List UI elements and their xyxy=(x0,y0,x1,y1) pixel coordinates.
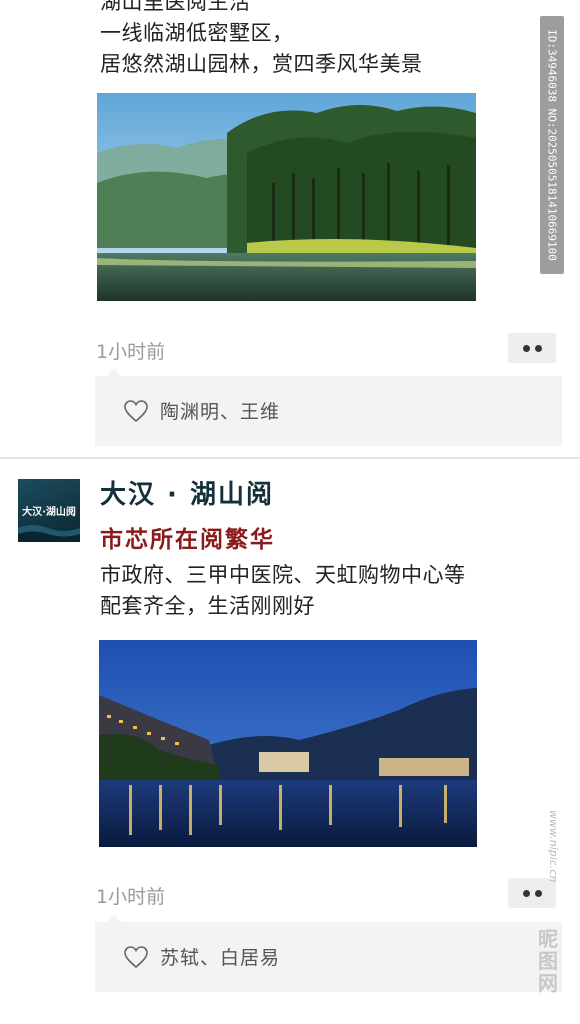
post-1-line-3: 居悠然湖山园林，赏四季风华美景 xyxy=(100,52,423,76)
avatar[interactable]: 大汉·湖山阅 xyxy=(18,479,80,542)
site-watermark-url: www.nipic.cn xyxy=(547,810,560,883)
id-watermark: ID:34946038 NO:20250505181410669100 xyxy=(540,16,564,274)
post-2-line-1: 市政府、三甲中医院、天虹购物中心等 xyxy=(100,563,466,587)
post-1-more-button[interactable] xyxy=(508,333,556,363)
post-2-timestamp: 1小时前 xyxy=(96,886,166,908)
wave-icon xyxy=(18,525,80,542)
post-1-likes-panel: 陶渊明、王维 xyxy=(95,369,562,446)
post-divider xyxy=(0,457,580,459)
post-1-timestamp: 1小时前 xyxy=(96,341,166,363)
post-1-lake-forest-photo[interactable] xyxy=(97,93,476,301)
post-2-text: 市政府、三甲中医院、天虹购物中心等 配套齐全，生活刚刚好 xyxy=(100,560,466,622)
post-2-author-name[interactable]: 大汉 · 湖山阅 xyxy=(100,474,274,511)
post-1-line-2: 一线临湖低密墅区， xyxy=(100,21,294,45)
post-2-likers[interactable]: 苏轼、白居易 xyxy=(160,943,280,970)
site-watermark: www.nipic.cn 昵图网 xyxy=(530,810,570,1010)
post-2-line-2: 配套齐全，生活刚刚好 xyxy=(100,594,315,618)
post-1-line-1: 湖山里医阅生活 xyxy=(100,0,251,14)
heart-icon[interactable] xyxy=(123,945,149,969)
post-1-likers[interactable]: 陶渊明、王维 xyxy=(160,397,280,424)
more-dots-icon xyxy=(522,344,530,352)
post-2-headline: 市芯所在阅繁华 xyxy=(100,527,275,553)
post-2-night-lake-photo[interactable] xyxy=(99,640,477,847)
avatar-logo-text: 大汉·湖山阅 xyxy=(22,507,76,518)
post-1-text: 湖山里医阅生活 一线临湖低密墅区， 居悠然湖山园林，赏四季风华美景 xyxy=(100,0,423,80)
site-watermark-brand: 昵图网 xyxy=(538,927,558,995)
heart-icon[interactable] xyxy=(123,399,149,423)
post-2-likes-panel: 苏轼、白居易 xyxy=(95,915,562,992)
more-dots-icon xyxy=(522,889,530,897)
id-watermark-text: ID:34946038 NO:20250505181410669100 xyxy=(545,29,559,261)
